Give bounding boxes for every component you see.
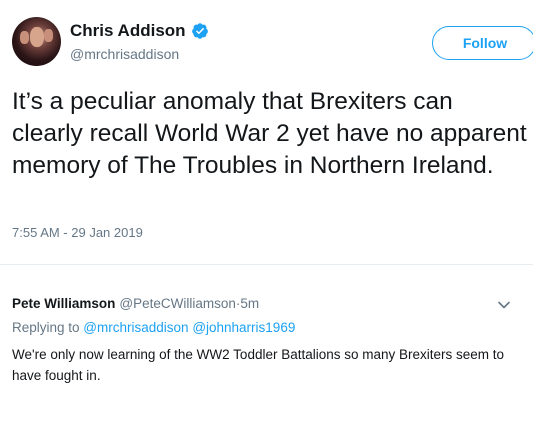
author-handle[interactable]: @mrchrisaddison (70, 46, 179, 62)
tweet-timestamp[interactable]: 7:55 AM - 29 Jan 2019 (12, 225, 143, 240)
replying-to: Replying to @mrchrisaddison @johnharris1… (12, 320, 295, 335)
replying-to-label: Replying to (12, 320, 84, 335)
tweet-text: It’s a peculiar anomaly that Brexiters c… (12, 88, 527, 179)
verified-badge-icon (191, 23, 208, 39)
author-avatar[interactable] (12, 17, 61, 66)
mention-link[interactable]: @johnharris1969 (192, 320, 295, 335)
avatar-hand-left (20, 31, 29, 44)
avatar-face (30, 27, 44, 47)
author-name[interactable]: Chris Addison (70, 21, 186, 41)
author-name-row: Chris Addison (70, 21, 209, 41)
reply-author-handle[interactable]: @PeteCWilliamson (119, 296, 235, 311)
avatar-hand-right (44, 29, 53, 42)
chevron-down-icon[interactable] (496, 298, 512, 312)
mention-link[interactable]: @mrchrisaddison (83, 320, 188, 335)
reply-header: Pete Williamson @PeteCWilliamson · 5m (12, 296, 259, 311)
divider (0, 264, 533, 265)
follow-button[interactable]: Follow (432, 26, 533, 60)
reply-time[interactable]: 5m (240, 296, 259, 311)
reply-author-name[interactable]: Pete Williamson (12, 296, 115, 311)
reply-text: We're only now learning of the WW2 Toddl… (12, 347, 505, 383)
